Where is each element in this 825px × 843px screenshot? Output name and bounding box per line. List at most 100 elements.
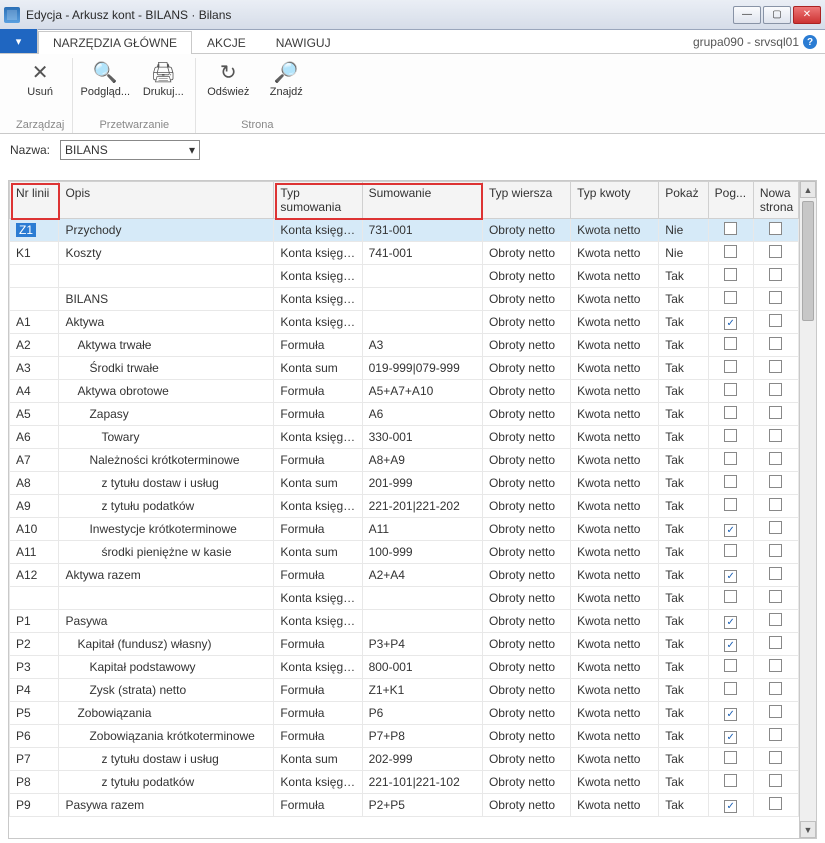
cell-nowa[interactable] (753, 334, 798, 357)
checkbox-icon[interactable] (769, 452, 782, 465)
cell-pokaz[interactable]: Tak (659, 564, 708, 587)
cell-typ-wiersza[interactable]: Obroty netto (482, 403, 570, 426)
cell-nr[interactable] (10, 587, 59, 610)
cell-pokaz[interactable]: Tak (659, 311, 708, 334)
cell-pokaz[interactable]: Tak (659, 265, 708, 288)
cell-opis[interactable] (59, 265, 274, 288)
cell-sumowanie[interactable] (362, 587, 482, 610)
tab-akcje[interactable]: AKCJE (192, 31, 261, 54)
cell-nowa[interactable] (753, 610, 798, 633)
cell-sumowanie[interactable]: 741-001 (362, 242, 482, 265)
cell-pokaz[interactable]: Tak (659, 380, 708, 403)
cell-nr[interactable]: P2 (10, 633, 59, 656)
cell-opis[interactable]: Aktywa razem (59, 564, 274, 587)
cell-typ-sumowania[interactable]: Formuła (274, 518, 362, 541)
col-typ-wiersza[interactable]: Typ wiersza (482, 182, 570, 219)
podglad-button[interactable]: 🔍Podgląd... (81, 58, 129, 98)
cell-pog[interactable] (708, 403, 753, 426)
cell-pokaz[interactable]: Nie (659, 219, 708, 242)
scroll-down-icon[interactable]: ▼ (800, 821, 816, 838)
cell-pokaz[interactable]: Tak (659, 403, 708, 426)
cell-nr[interactable]: P6 (10, 725, 59, 748)
checkbox-icon[interactable]: ✓ (724, 317, 737, 330)
cell-sumowanie[interactable]: P6 (362, 702, 482, 725)
cell-opis[interactable]: Towary (59, 426, 274, 449)
cell-pokaz[interactable]: Tak (659, 702, 708, 725)
table-row[interactable]: BILANSKonta księgo...Obroty nettoKwota n… (10, 288, 799, 311)
checkbox-icon[interactable] (769, 728, 782, 741)
close-button[interactable]: ✕ (793, 6, 821, 24)
cell-nowa[interactable] (753, 403, 798, 426)
cell-pog[interactable] (708, 771, 753, 794)
cell-sumowanie[interactable]: 100-999 (362, 541, 482, 564)
cell-pokaz[interactable]: Tak (659, 610, 708, 633)
cell-pog[interactable] (708, 265, 753, 288)
cell-opis[interactable]: Koszty (59, 242, 274, 265)
cell-typ-wiersza[interactable]: Obroty netto (482, 679, 570, 702)
checkbox-icon[interactable]: ✓ (724, 731, 737, 744)
cell-opis[interactable]: BILANS (59, 288, 274, 311)
cell-sumowanie[interactable]: Z1+K1 (362, 679, 482, 702)
cell-nr[interactable]: P8 (10, 771, 59, 794)
cell-typ-kwoty[interactable]: Kwota netto (571, 633, 659, 656)
cell-pokaz[interactable]: Tak (659, 748, 708, 771)
cell-sumowanie[interactable]: 221-201|221-202 (362, 495, 482, 518)
odswiez-button[interactable]: ↻Odśwież (204, 58, 252, 98)
checkbox-icon[interactable] (724, 291, 737, 304)
cell-nowa[interactable] (753, 679, 798, 702)
checkbox-icon[interactable]: ✓ (724, 570, 737, 583)
cell-pog[interactable]: ✓ (708, 794, 753, 817)
cell-nr[interactable]: P9 (10, 794, 59, 817)
checkbox-icon[interactable] (769, 659, 782, 672)
cell-typ-sumowania[interactable]: Formuła (274, 702, 362, 725)
cell-pokaz[interactable]: Tak (659, 472, 708, 495)
col-opis[interactable]: Opis (59, 182, 274, 219)
cell-pog[interactable] (708, 426, 753, 449)
checkbox-icon[interactable] (769, 383, 782, 396)
cell-pog[interactable] (708, 656, 753, 679)
checkbox-icon[interactable] (769, 613, 782, 626)
scroll-thumb[interactable] (802, 201, 814, 321)
minimize-button[interactable]: — (733, 6, 761, 24)
checkbox-icon[interactable] (724, 751, 737, 764)
checkbox-icon[interactable] (769, 636, 782, 649)
cell-nowa[interactable] (753, 311, 798, 334)
cell-nowa[interactable] (753, 219, 798, 242)
cell-typ-kwoty[interactable]: Kwota netto (571, 403, 659, 426)
checkbox-icon[interactable]: ✓ (724, 524, 737, 537)
table-row[interactable]: P3Kapitał podstawowyKonta księgo...800-0… (10, 656, 799, 679)
cell-typ-kwoty[interactable]: Kwota netto (571, 242, 659, 265)
cell-typ-sumowania[interactable]: Konta sum (274, 472, 362, 495)
cell-pokaz[interactable]: Tak (659, 794, 708, 817)
cell-sumowanie[interactable]: 201-999 (362, 472, 482, 495)
table-row[interactable]: A11środki pieniężne w kasieKonta sum100-… (10, 541, 799, 564)
cell-pog[interactable] (708, 380, 753, 403)
col-typ-sumowania[interactable]: Typ sumowania (274, 182, 362, 219)
checkbox-icon[interactable] (724, 544, 737, 557)
cell-typ-sumowania[interactable]: Konta księgo... (274, 610, 362, 633)
cell-nr[interactable]: P5 (10, 702, 59, 725)
cell-pog[interactable] (708, 679, 753, 702)
col-nr-linii[interactable]: Nr linii (10, 182, 59, 219)
cell-pog[interactable]: ✓ (708, 610, 753, 633)
col-nowa-strona[interactable]: Nowa strona (753, 182, 798, 219)
cell-typ-wiersza[interactable]: Obroty netto (482, 564, 570, 587)
znajdz-button[interactable]: 🔎Znajdź (262, 58, 310, 98)
cell-pog[interactable] (708, 219, 753, 242)
checkbox-icon[interactable] (724, 682, 737, 695)
cell-opis[interactable]: Inwestycje krótkoterminowe (59, 518, 274, 541)
cell-sumowanie[interactable] (362, 265, 482, 288)
table-row[interactable]: A10Inwestycje krótkoterminoweFormułaA11O… (10, 518, 799, 541)
checkbox-icon[interactable] (769, 268, 782, 281)
cell-nr[interactable]: A1 (10, 311, 59, 334)
table-row[interactable]: P2Kapitał (fundusz) własny)FormułaP3+P4O… (10, 633, 799, 656)
cell-nr[interactable]: A9 (10, 495, 59, 518)
cell-typ-wiersza[interactable]: Obroty netto (482, 472, 570, 495)
cell-typ-sumowania[interactable]: Konta księgo... (274, 288, 362, 311)
cell-typ-kwoty[interactable]: Kwota netto (571, 449, 659, 472)
checkbox-icon[interactable] (769, 521, 782, 534)
cell-typ-wiersza[interactable]: Obroty netto (482, 702, 570, 725)
table-row[interactable]: A12Aktywa razemFormułaA2+A4Obroty nettoK… (10, 564, 799, 587)
cell-nowa[interactable] (753, 495, 798, 518)
cell-typ-sumowania[interactable]: Konta księgo... (274, 265, 362, 288)
